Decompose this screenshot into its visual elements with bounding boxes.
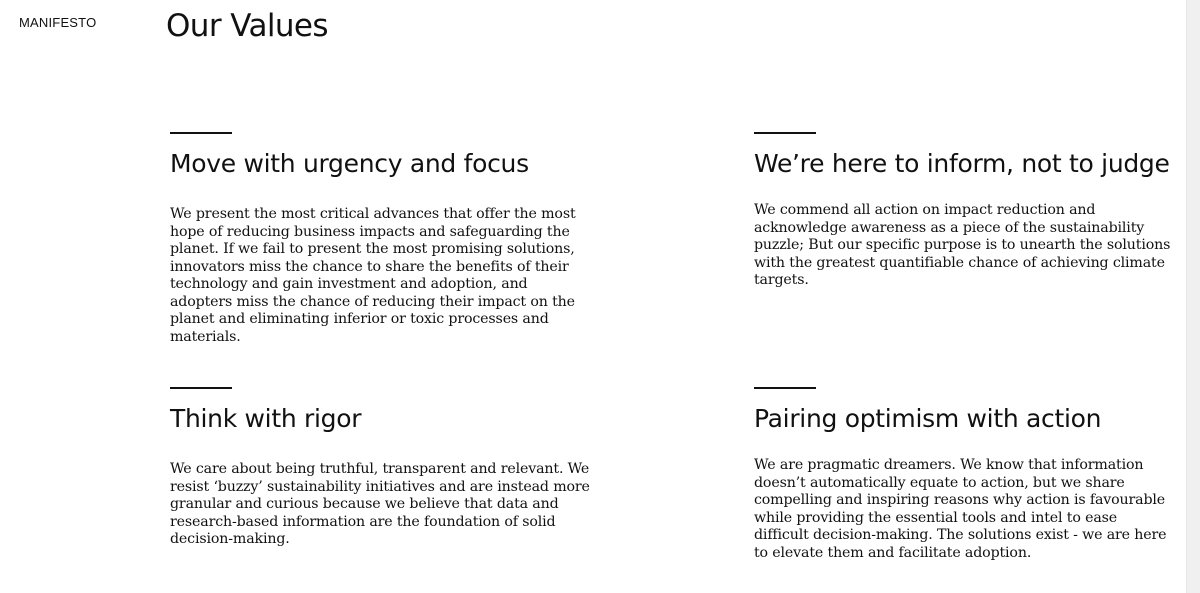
vertical-scrollbar[interactable]: [1186, 0, 1200, 593]
value-heading: Pairing optimism with action: [754, 404, 1102, 433]
value-card-rigor: Think with rigor We care about being tru…: [170, 387, 590, 549]
value-description: We are pragmatic dreamers. We know that …: [754, 457, 1167, 561]
section-label-manifesto: MANIFESTO: [19, 15, 97, 30]
heading-divider: [754, 132, 816, 134]
value-description: We commend all action on impact reductio…: [754, 202, 1171, 288]
value-heading: Think with rigor: [170, 404, 362, 433]
page-title: Our Values: [166, 8, 329, 44]
value-card-optimism: Pairing optimism with action We are prag…: [754, 387, 1174, 562]
value-card-inform: We’re here to inform, not to judge We co…: [754, 132, 1174, 290]
value-description: We care about being truthful, transparen…: [170, 461, 590, 547]
heading-divider: [170, 387, 232, 389]
value-heading: Move with urgency and focus: [170, 149, 529, 178]
heading-divider: [754, 387, 816, 389]
value-heading: We’re here to inform, not to judge: [754, 149, 1170, 178]
value-description: We present the most critical advances th…: [170, 206, 576, 345]
value-card-urgency: Move with urgency and focus We present t…: [170, 132, 590, 346]
heading-divider: [170, 132, 232, 134]
